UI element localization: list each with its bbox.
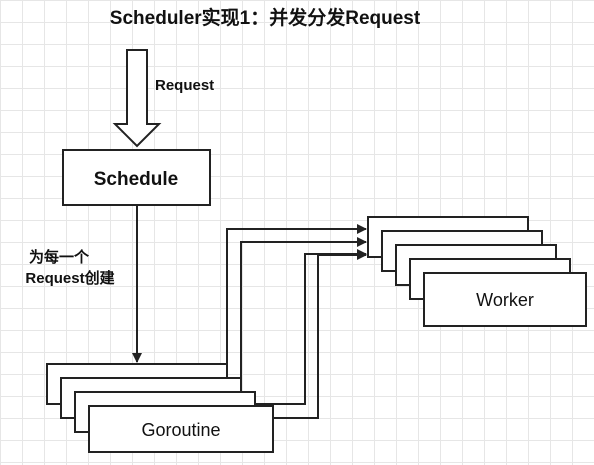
- incoming-request-arrow: [112, 49, 162, 148]
- goroutine-to-worker-line: [240, 237, 367, 390]
- goroutine-stack: Goroutine: [46, 363, 274, 453]
- goroutine-to-worker-line: [255, 249, 367, 405]
- goroutine-label: Goroutine: [141, 420, 220, 440]
- worker-label: Worker: [476, 290, 534, 310]
- per-request-label-line1: 为每一个: [29, 248, 90, 266]
- schedule-label: Schedule: [94, 169, 178, 190]
- per-request-label-line2: Request创建: [25, 269, 115, 287]
- diagram-title: Scheduler实现1：并发分发Request: [110, 6, 421, 29]
- goroutine-to-worker-line: [226, 224, 367, 376]
- goroutine-to-worker-line: [273, 250, 367, 419]
- request-label: Request: [155, 77, 214, 94]
- scheduler-diagram: Scheduler实现1：并发分发Request Request Schedul…: [25, 6, 587, 453]
- worker-stack: Worker: [367, 216, 587, 327]
